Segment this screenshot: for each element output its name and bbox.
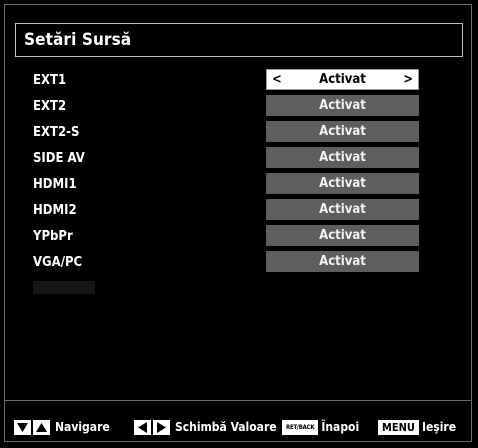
source-label: EXT2-S (33, 125, 80, 140)
back-key-icon: RET/BACK (282, 419, 319, 435)
source-value[interactable]: Activat (266, 147, 419, 168)
footer-hints: Navigare Schimbă Valoare RET/BACK Înapoi… (14, 416, 464, 438)
menu-key-icon: MENU (378, 419, 419, 435)
source-label: HDMI1 (33, 177, 77, 192)
arrow-left-icon (134, 419, 151, 435)
hint-change-value: Schimbă Valoare (134, 416, 277, 438)
source-value[interactable]: Activat (266, 251, 419, 272)
arrow-down-icon (14, 419, 31, 435)
empty-list-slot (33, 281, 95, 294)
hint-back: RET/BACK Înapoi (282, 416, 359, 438)
source-value[interactable]: Activat (266, 121, 419, 142)
source-row-ext2[interactable]: EXT2 Activat (31, 95, 423, 119)
source-row-ypbpr[interactable]: YPbPr Activat (31, 225, 423, 249)
source-row-vga-pc[interactable]: VGA/PC Activat (31, 251, 423, 275)
footer-divider (4, 400, 472, 401)
source-value[interactable]: Activat (266, 173, 419, 194)
source-label: EXT2 (33, 99, 67, 114)
source-value-selector[interactable]: < Activat > (266, 69, 419, 90)
source-label: YPbPr (33, 229, 73, 244)
source-row-hdmi1[interactable]: HDMI1 Activat (31, 173, 423, 197)
arrow-right-icon (153, 419, 170, 435)
navigate-label: Navigare (55, 420, 110, 434)
source-value: Activat (319, 72, 366, 87)
source-label: HDMI2 (33, 203, 77, 218)
arrow-left-icon[interactable]: < (272, 70, 282, 89)
back-label: Înapoi (321, 420, 360, 434)
source-row-ext1[interactable]: EXT1 < Activat > (31, 69, 423, 93)
exit-label: Ieşire (421, 420, 457, 434)
source-row-side-av[interactable]: SIDE AV Activat (31, 147, 423, 171)
change-value-label: Schimbă Valoare (175, 420, 277, 434)
source-label: VGA/PC (33, 255, 83, 270)
source-value[interactable]: Activat (266, 199, 419, 220)
hint-navigate: Navigare (14, 416, 110, 438)
arrow-right-icon[interactable]: > (403, 70, 413, 89)
source-row-hdmi2[interactable]: HDMI2 Activat (31, 199, 423, 223)
source-settings-panel: Setări Sursă EXT1 < Activat > EXT2 Activ… (4, 4, 472, 442)
source-label: SIDE AV (33, 151, 85, 166)
source-value[interactable]: Activat (266, 95, 419, 116)
source-value[interactable]: Activat (266, 225, 419, 246)
source-row-ext2-s[interactable]: EXT2-S Activat (31, 121, 423, 145)
panel-title: Setări Sursă (15, 23, 463, 57)
arrow-up-icon (33, 419, 50, 435)
source-label: EXT1 (33, 73, 67, 88)
hint-exit: MENU Ieşire (378, 416, 456, 438)
source-list: EXT1 < Activat > EXT2 Activat EXT2-S Act… (31, 69, 423, 277)
